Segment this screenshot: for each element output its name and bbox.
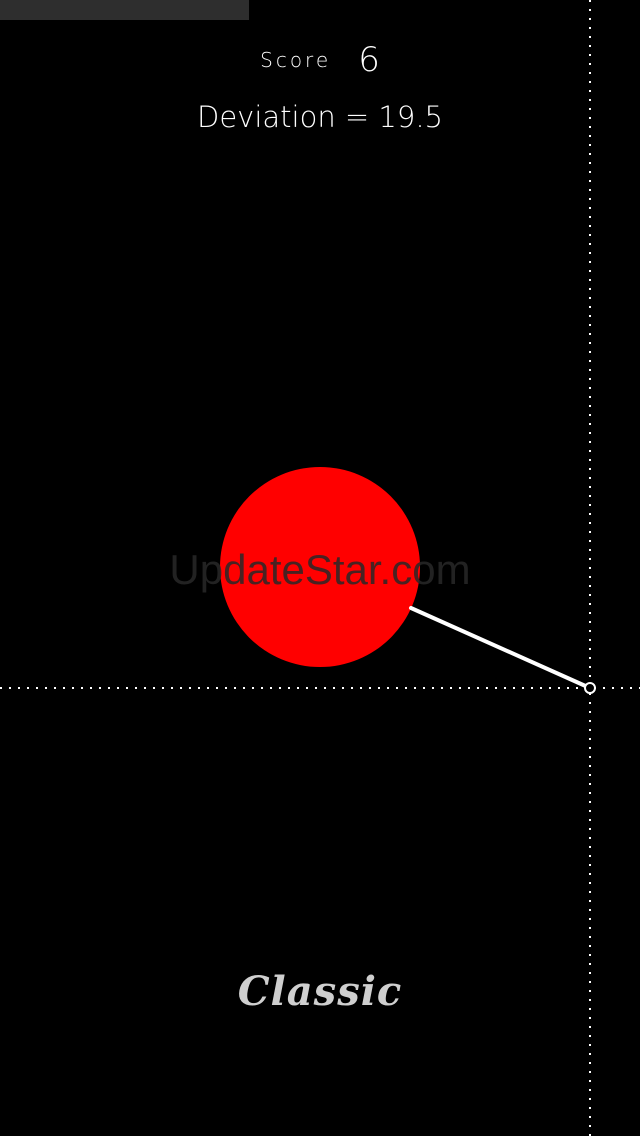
pendulum-string — [409, 606, 592, 690]
pivot-point[interactable] — [584, 682, 596, 694]
game-mode-label[interactable]: Classic — [0, 968, 640, 1015]
game-area[interactable] — [0, 0, 640, 1136]
red-ball[interactable] — [220, 467, 420, 667]
